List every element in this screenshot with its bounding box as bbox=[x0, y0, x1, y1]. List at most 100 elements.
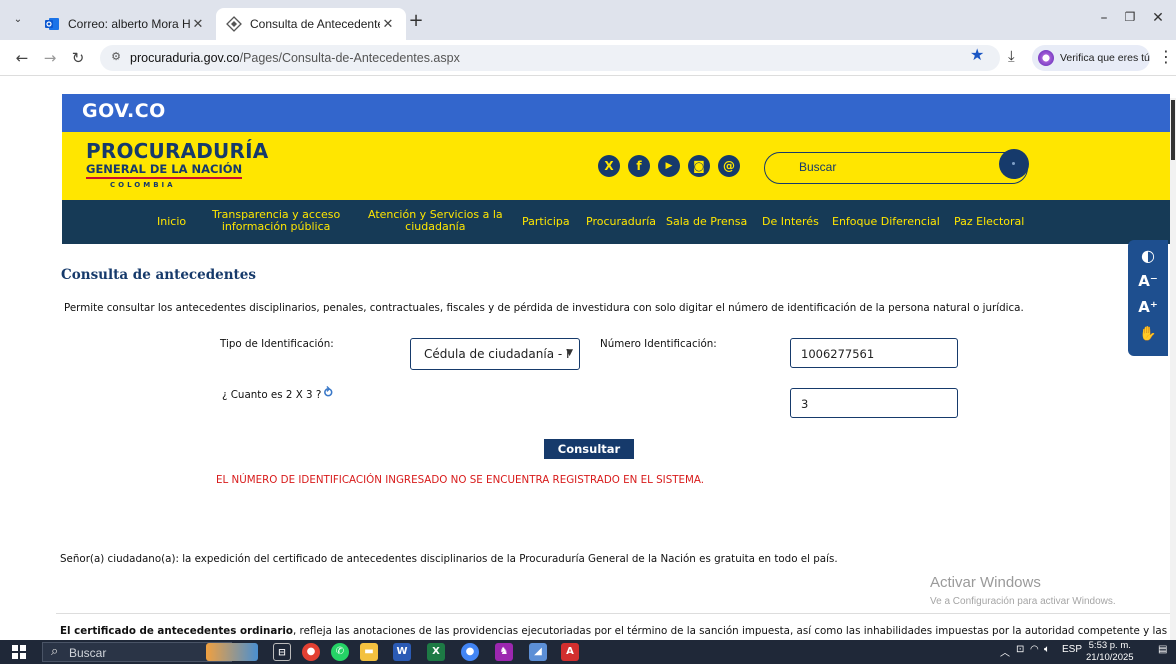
main-nav: Inicio Transparencia y acceso información… bbox=[62, 200, 1170, 244]
acrobat-icon[interactable]: A bbox=[561, 643, 579, 661]
id-type-value: Cédula de ciudadanía - I bbox=[424, 347, 570, 361]
clock[interactable]: 5:53 p. m. 21/10/2025 bbox=[1086, 640, 1134, 664]
gratuity-notice: Señor(a) ciudadano(a): la expedición del… bbox=[60, 553, 838, 565]
outlook-icon bbox=[45, 18, 59, 30]
tab-correo[interactable]: Correo: alberto Mora Hernandez ✕ bbox=[34, 8, 216, 40]
windows-taskbar: ⌕ Buscar ⊟ ● ✆ ▬ W X ● ♞ ◢ A ︿ ⊡ ◠ 🔈︎ ES… bbox=[0, 640, 1176, 664]
contrast-icon[interactable]: ◐ bbox=[1128, 246, 1168, 265]
chevron-down-icon: ▼ bbox=[566, 348, 573, 358]
x-icon[interactable]: X bbox=[598, 155, 620, 177]
profile-icon bbox=[1038, 50, 1054, 66]
download-icon[interactable]: ⤓ bbox=[1008, 47, 1015, 65]
profile-label: Verifica que eres tú bbox=[1060, 52, 1150, 64]
captcha-input[interactable]: 3 bbox=[790, 388, 958, 418]
captcha-value: 3 bbox=[801, 397, 809, 411]
chrome-icon[interactable]: ● bbox=[302, 643, 320, 661]
nav-atencion[interactable]: Atención y Servicios a la ciudadanía bbox=[368, 209, 503, 233]
tray-chevron-icon[interactable]: ︿ bbox=[1000, 644, 1010, 659]
procuraduria-logo[interactable]: PROCURADURÍA GENERAL DE LA NACIÓN COLOMB… bbox=[86, 140, 268, 190]
browser-menu-icon[interactable]: ⋮ bbox=[1158, 47, 1174, 66]
instagram-icon[interactable]: ◙ bbox=[688, 155, 710, 177]
tab-consulta[interactable]: Consulta de Antecedentes ✕ bbox=[216, 8, 406, 40]
nav-participa[interactable]: Participa bbox=[522, 216, 570, 228]
whatsapp-icon[interactable]: ✆ bbox=[331, 643, 349, 661]
new-tab-button[interactable]: + bbox=[406, 12, 426, 32]
site-header: PROCURADURÍA GENERAL DE LA NACIÓN COLOMB… bbox=[62, 132, 1170, 200]
decrease-font-icon[interactable]: A⁻ bbox=[1128, 272, 1168, 290]
task-view-icon[interactable]: ⊟ bbox=[273, 643, 291, 661]
captcha-label: ¿ Cuanto es 2 X 3 ? bbox=[222, 389, 322, 401]
ordinario-rest: , refleja las anotaciones de las provide… bbox=[293, 625, 1176, 637]
url-text: procuraduria.gov.co/Pages/Consulta-de-An… bbox=[130, 51, 460, 65]
id-type-select[interactable]: Cédula de ciudadanía - I ▼ bbox=[410, 338, 580, 370]
forward-icon[interactable]: → bbox=[40, 48, 60, 68]
excel-icon[interactable]: X bbox=[427, 643, 445, 661]
threads-icon[interactable]: @ bbox=[718, 155, 740, 177]
divider bbox=[56, 613, 1176, 614]
logo-line-3: COLOMBIA bbox=[110, 181, 176, 189]
search-placeholder: Buscar bbox=[799, 160, 837, 174]
nav-transparencia[interactable]: Transparencia y acceso información públic… bbox=[212, 209, 340, 233]
id-number-input[interactable]: 1006277561 bbox=[790, 338, 958, 368]
tab-search-chevron-icon[interactable]: ⌄ bbox=[10, 12, 26, 28]
logo-line-2: GENERAL DE LA NACIÓN bbox=[86, 163, 243, 179]
reload-icon[interactable]: ↻ bbox=[68, 48, 88, 68]
bookmark-star-icon[interactable]: ★ bbox=[970, 45, 984, 64]
refresh-captcha-icon[interactable]: ⥁ bbox=[323, 387, 337, 401]
youtube-icon[interactable]: ▶ bbox=[658, 155, 680, 177]
nav-sala-prensa[interactable]: Sala de Prensa bbox=[666, 216, 747, 228]
nav-de-interes[interactable]: De Interés bbox=[762, 216, 819, 228]
taskbar-search-input[interactable]: ⌕ Buscar bbox=[42, 642, 232, 662]
back-icon[interactable]: ← bbox=[12, 48, 32, 68]
clock-date: 21/10/2025 bbox=[1086, 652, 1134, 663]
gov-co-logo-text: GOV.CO bbox=[82, 100, 166, 122]
file-explorer-icon[interactable]: ▬ bbox=[360, 643, 378, 661]
close-tab-icon[interactable]: ✕ bbox=[190, 17, 206, 32]
page-scrollbar[interactable] bbox=[1170, 98, 1176, 640]
language-indicator[interactable]: ESP bbox=[1062, 644, 1082, 655]
windows-activation-title: Activar Windows bbox=[930, 574, 1041, 591]
browser-toolbar: ← → ↻ ⚙ procuraduria.gov.co/Pages/Consul… bbox=[0, 40, 1176, 76]
url-host: procuraduria.gov.co bbox=[130, 51, 240, 65]
chrome-profile-icon[interactable]: ● bbox=[461, 643, 479, 661]
site-info-icon[interactable]: ⚙ bbox=[108, 50, 124, 66]
search-button[interactable] bbox=[999, 149, 1029, 179]
page-description: Permite consultar los antecedentes disci… bbox=[64, 302, 1024, 314]
site-search-input[interactable]: Buscar bbox=[764, 152, 1028, 184]
notifications-icon[interactable]: ▤ bbox=[1158, 644, 1167, 655]
nav-paz-electoral[interactable]: Paz Electoral bbox=[954, 216, 1024, 228]
tray-app-icon[interactable]: ⊡ bbox=[1016, 644, 1024, 655]
profile-verify-button[interactable]: Verifica que eres tú bbox=[1032, 45, 1150, 71]
gov-co-logo[interactable]: GOV.CO bbox=[82, 100, 166, 122]
nav-enfoque-diferencial[interactable]: Enfoque Diferencial bbox=[832, 216, 940, 228]
volume-icon[interactable]: 🔈︎ bbox=[1044, 644, 1050, 655]
address-bar[interactable]: ⚙ procuraduria.gov.co/Pages/Consulta-de-… bbox=[100, 45, 1000, 71]
ordinario-bold: El certificado de antecedentes ordinario bbox=[60, 625, 294, 637]
app-icon[interactable]: ♞ bbox=[495, 643, 513, 661]
ordinario-paragraph: El certificado de antecedentes ordinario… bbox=[60, 625, 1176, 637]
wifi-icon[interactable]: ◠ bbox=[1030, 644, 1039, 655]
tab-title: Correo: alberto Mora Hernandez bbox=[68, 17, 190, 31]
url-path: /Pages/Consulta-de-Antecedentes.aspx bbox=[239, 51, 460, 65]
nav-inicio[interactable]: Inicio bbox=[157, 216, 186, 228]
windows-start-icon[interactable] bbox=[12, 645, 26, 659]
consultar-button[interactable]: Consultar bbox=[544, 439, 634, 459]
minimize-icon[interactable]: – bbox=[1094, 10, 1114, 30]
sign-language-icon[interactable]: ✋ bbox=[1128, 326, 1168, 342]
restore-icon[interactable]: ❐ bbox=[1120, 10, 1140, 30]
facebook-icon[interactable]: f bbox=[628, 155, 650, 177]
app-icon-2[interactable]: ◢ bbox=[529, 643, 547, 661]
increase-font-icon[interactable]: A⁺ bbox=[1128, 298, 1168, 316]
id-number-label: Número Identificación: bbox=[600, 338, 717, 350]
tab-strip: ⌄ Correo: alberto Mora Hernandez ✕ Consu… bbox=[0, 0, 1176, 40]
web-page: GOV.CO PROCURADURÍA GENERAL DE LA NACIÓN… bbox=[0, 76, 1176, 640]
page-title: Consulta de antecedentes bbox=[61, 267, 256, 283]
error-message: EL NÚMERO DE IDENTIFICACIÓN INGRESADO NO… bbox=[216, 474, 705, 486]
id-type-label: Tipo de Identificación: bbox=[220, 338, 334, 350]
close-window-icon[interactable]: ✕ bbox=[1148, 10, 1168, 30]
nav-procuraduria[interactable]: Procuraduría bbox=[586, 216, 656, 228]
windows-activation-subtitle: Ve a Configuración para activar Windows. bbox=[930, 596, 1116, 607]
word-icon[interactable]: W bbox=[393, 643, 411, 661]
close-tab-icon[interactable]: ✕ bbox=[380, 17, 396, 32]
search-highlight-icon[interactable] bbox=[206, 643, 258, 661]
